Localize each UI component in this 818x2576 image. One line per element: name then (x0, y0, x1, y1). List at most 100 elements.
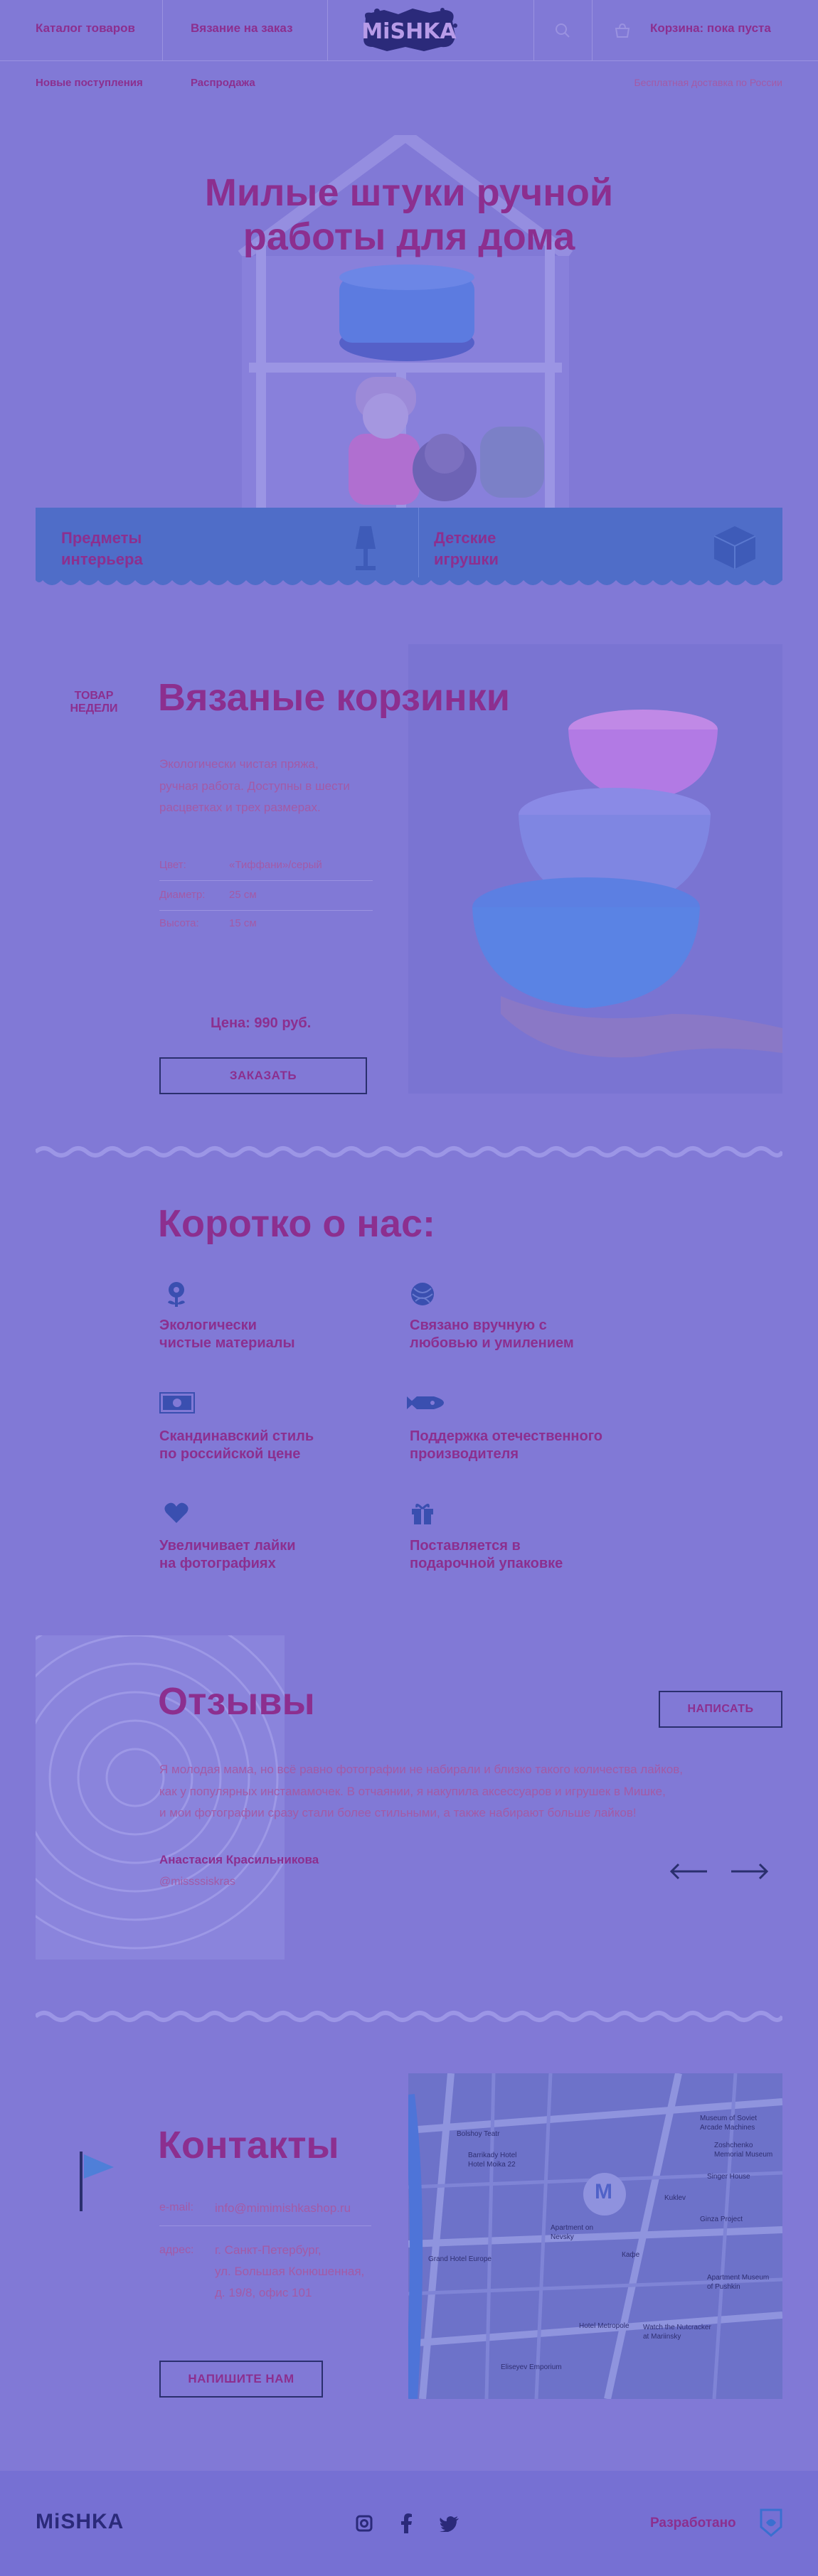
address-line: д. 19/8, офис 101 (215, 2285, 312, 2299)
header-divider (327, 0, 328, 61)
product-description-line: ручная работа. Доступны в шести (159, 779, 350, 793)
feature-line: Связано вручную с (410, 1318, 547, 1333)
map-label-line: Watch the Nutcracker (643, 2324, 711, 2331)
facebook-icon[interactable] (400, 2513, 413, 2533)
email-link[interactable]: info@mimimishkashop.ru (215, 2201, 351, 2216)
map-label-line: of Pushkin (707, 2282, 740, 2291)
map-label-line: Museum of Soviet (700, 2115, 758, 2122)
feature-line: Увеличивает лайки (159, 1538, 296, 1554)
gift-icon (410, 1500, 435, 1526)
sale-link[interactable]: Распродажа (191, 77, 255, 89)
about-title: Коротко о нас: (158, 1202, 435, 1245)
review-text-line: как у популярных инстамамочек. В отчаяни… (159, 1784, 666, 1798)
map-label-line: Barrikady Hotel (468, 2152, 517, 2159)
spec-color-value: «Тиффани»/серый (229, 859, 322, 871)
yarn-ball-icon (410, 1281, 435, 1307)
map-label-line: Apartment Museum (707, 2274, 770, 2282)
nav-custom-link[interactable]: Вязание на заказ (191, 21, 293, 36)
map-label-line: Arcade Machines (700, 2123, 755, 2132)
map-label: Watch the Nutcracker at Mariinsky (643, 2324, 711, 2341)
feature-line: по российской цене (159, 1446, 301, 1462)
address-text: г. Санкт-Петербург, ул. Большая Конюшенн… (215, 2240, 364, 2303)
order-button[interactable]: ЗАКАЗАТЬ (159, 1057, 367, 1094)
cart-icon[interactable] (613, 21, 632, 40)
arrow-left-icon[interactable] (669, 1861, 708, 1881)
zigzag-divider (34, 2009, 785, 2024)
map-label: Bolshoy Teatr (457, 2130, 500, 2138)
flower-icon (164, 1280, 189, 1308)
category-interior-line: Предметы (61, 529, 142, 547)
map-label: Barrikady Hotel Hotel Moika 22 (468, 2152, 516, 2169)
spec-height-label: Высота: (159, 917, 199, 929)
address-label: адрес: (159, 2244, 194, 2256)
map-label: Kuklev (664, 2194, 686, 2202)
product-title: Вязаные корзинки (158, 676, 510, 719)
map-label-line: Zoshchenko (714, 2142, 753, 2149)
category-toys-link[interactable]: Детские игрушки (434, 528, 499, 570)
map-label: Hotel Metropole (579, 2322, 630, 2330)
feature-line: на фотографиях (159, 1556, 276, 1571)
feature-gift: Поставляется в подарочной упаковке (410, 1537, 563, 1573)
map-label: Ginza Project (700, 2216, 743, 2223)
banknote-icon (159, 1392, 195, 1413)
feature-likes: Увеличивает лайки на фотографиях (159, 1537, 296, 1573)
feature-line: чистые материалы (159, 1335, 295, 1351)
address-line: г. Санкт-Петербург, (215, 2243, 322, 2257)
category-interior-line: интерьера (61, 550, 143, 568)
footer-credit[interactable]: Разработано (650, 2516, 736, 2531)
new-arrivals-link[interactable]: Новые поступления (36, 77, 143, 89)
hero-title-line: Милые штуки ручной (204, 171, 614, 214)
map[interactable]: M Museum of Soviet Arcade Machines Zoshc… (408, 2073, 782, 2399)
spec-height-value: 15 см (229, 917, 257, 929)
product-tag-line: НЕДЕЛИ (70, 702, 118, 715)
map-label-line: Hotel Moika 22 (468, 2160, 516, 2169)
map-label-line: Memorial Museum (714, 2150, 773, 2159)
map-label: Singer House (707, 2173, 750, 2181)
cart-link[interactable]: Корзина: пока пуста (650, 21, 771, 36)
logo-text: MiSHKA (361, 19, 457, 44)
hero-title: Милые штуки ручной работы для дома (0, 171, 818, 259)
feature-eco: Экологически чистые материалы (159, 1317, 295, 1352)
nav-catalog-link[interactable]: Каталог товаров (36, 21, 135, 36)
review-text-line: и мои фотографии сразу стали более стиль… (159, 1806, 637, 1820)
category-interior-link[interactable]: Предметы интерьера (61, 528, 143, 570)
feature-local: Поддержка отечественного производителя (410, 1428, 602, 1463)
spec-color-label: Цвет: (159, 859, 186, 871)
map-label-line: Apartment on (551, 2224, 594, 2232)
review-handle[interactable]: @missssiskras (159, 1876, 235, 1888)
building-blocks-icon (711, 523, 758, 570)
heart-icon (164, 1502, 189, 1524)
rocket-icon (405, 1394, 445, 1412)
product-price: Цена: 990 руб. (211, 1015, 312, 1031)
spec-divider (159, 880, 373, 881)
map-pin-letter: M (595, 2180, 612, 2203)
footer-logo[interactable]: MiSHKA (36, 2510, 124, 2534)
map-label: Apartment on Nevsky (551, 2224, 593, 2242)
map-label: Grand Hotel Europe (428, 2255, 492, 2263)
header-divider (162, 0, 163, 61)
spec-diameter-label: Диаметр: (159, 889, 206, 901)
header-divider (592, 0, 593, 61)
category-toys-line: Детские (434, 529, 496, 547)
arrow-right-icon[interactable] (730, 1861, 770, 1881)
lamp-icon (350, 523, 381, 573)
twitter-icon[interactable] (440, 2516, 460, 2533)
map-label: Кафе (622, 2251, 640, 2259)
map-label-line: Nevsky (551, 2233, 574, 2241)
category-band (36, 508, 782, 579)
email-label: e-mail: (159, 2201, 194, 2213)
address-line: ул. Большая Конюшенная, (215, 2264, 365, 2278)
site-logo[interactable]: MiSHKA (356, 4, 462, 55)
product-of-week-tag: ТОВАР НЕДЕЛИ (60, 690, 128, 715)
product-description: Экологически чистая пряжа, ручная работа… (159, 754, 350, 819)
write-us-button[interactable]: НАПИШИТЕ НАМ (159, 2361, 323, 2398)
instagram-icon[interactable] (356, 2515, 373, 2532)
reviews-title: Отзывы (158, 1680, 315, 1723)
map-label: Eliseyev Emporium (501, 2363, 562, 2371)
developer-badge-icon[interactable] (760, 2508, 782, 2537)
contact-divider (159, 2225, 371, 2226)
review-author: Анастасия Красильникова (159, 1853, 319, 1866)
search-icon[interactable] (553, 21, 572, 40)
feature-handmade: Связано вручную с любовью и умилением (410, 1317, 574, 1352)
write-review-button[interactable]: НАПИСАТЬ (659, 1691, 782, 1728)
